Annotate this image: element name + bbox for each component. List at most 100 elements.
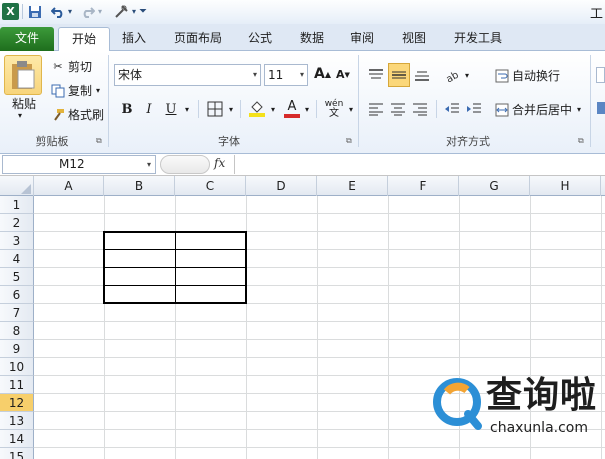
row-header-12[interactable]: 12	[0, 394, 34, 412]
paste-label[interactable]: 粘贴	[8, 95, 40, 112]
tab-review[interactable]: 审阅	[340, 27, 384, 51]
paste-button[interactable]	[4, 55, 42, 95]
font-size-dropdown-icon[interactable]: ▾	[300, 65, 304, 85]
font-name-select[interactable]: 宋体 ▾	[114, 64, 261, 86]
align-left-button[interactable]	[366, 99, 386, 119]
undo-icon[interactable]	[50, 3, 66, 20]
merge-center-dropdown-icon[interactable]: ▾	[577, 105, 581, 114]
fill-color-dropdown-icon[interactable]: ▾	[268, 99, 278, 119]
column-header-c[interactable]: C	[175, 176, 246, 196]
row-header-7[interactable]: 7	[0, 304, 34, 322]
phonetic-button[interactable]: wén 文	[322, 99, 346, 119]
merge-center-button[interactable]: 合并后居中 ▾	[494, 101, 581, 118]
tab-page-layout[interactable]: 页面布局	[164, 27, 232, 51]
phonetic-dropdown-icon[interactable]: ▾	[346, 99, 356, 119]
row-header-1[interactable]: 1	[0, 196, 34, 214]
font-name-dropdown-icon[interactable]: ▾	[253, 65, 257, 85]
increase-indent-button[interactable]	[464, 99, 484, 119]
excel-logo-icon[interactable]: X	[2, 3, 19, 20]
paste-dropdown-icon[interactable]: ▾	[18, 111, 22, 120]
orientation-dropdown-icon[interactable]: ▾	[462, 65, 472, 85]
font-color-swatch	[284, 114, 300, 118]
select-all-corner[interactable]	[0, 176, 34, 196]
number-format-select[interactable]	[596, 67, 605, 83]
insert-function-icon[interactable]: fx	[214, 156, 225, 170]
font-launcher-icon[interactable]: ⧉	[346, 136, 352, 146]
row-header-10[interactable]: 10	[0, 358, 34, 376]
shrink-font-button[interactable]: A ▼	[336, 68, 350, 81]
name-box-value: M12	[59, 157, 85, 171]
row-header-6[interactable]: 6	[0, 286, 34, 304]
column-header-b[interactable]: B	[104, 176, 175, 196]
align-center-button[interactable]	[388, 99, 408, 119]
fill-color-button[interactable]	[246, 99, 268, 119]
tab-home[interactable]: 开始	[58, 27, 110, 52]
row-header-11[interactable]: 11	[0, 376, 34, 394]
undo-dropdown-icon[interactable]: ▾	[66, 3, 74, 20]
name-box[interactable]: M12 ▾	[2, 155, 156, 174]
align-top-button[interactable]	[366, 65, 386, 85]
grow-font-button[interactable]: A ▲	[314, 66, 331, 82]
tab-data[interactable]: 数据	[290, 27, 334, 51]
tab-insert[interactable]: 插入	[112, 27, 156, 51]
wrap-text-button[interactable]: 自动换行	[494, 67, 560, 84]
align-bottom-button[interactable]	[412, 65, 432, 85]
clipboard-launcher-icon[interactable]: ⧉	[96, 136, 102, 146]
copy-label: 复制	[68, 84, 93, 98]
watermark-domain: chaxunla.com	[490, 420, 588, 436]
column-header-f[interactable]: F	[388, 176, 459, 196]
formula-bar-splitter[interactable]	[160, 155, 210, 174]
scissors-icon: ✂	[53, 60, 63, 73]
font-color-dropdown-icon[interactable]: ▾	[302, 99, 312, 119]
row-header-9[interactable]: 9	[0, 340, 34, 358]
row-header-8[interactable]: 8	[0, 322, 34, 340]
tools-dropdown-icon[interactable]: ▾	[130, 3, 138, 20]
percent-style-button[interactable]	[596, 99, 605, 117]
cut-button[interactable]: ✂ 剪切	[50, 58, 92, 75]
format-painter-button[interactable]: 格式刷	[50, 106, 104, 123]
column-header-h[interactable]: H	[530, 176, 601, 196]
orientation-button[interactable]: ab	[442, 65, 462, 85]
row-header-15[interactable]: 15	[0, 448, 34, 459]
save-icon[interactable]	[27, 3, 42, 20]
italic-button[interactable]: I	[140, 99, 158, 119]
alignment-launcher-icon[interactable]: ⧉	[578, 136, 584, 146]
underline-button[interactable]: U	[162, 99, 180, 119]
column-header-e[interactable]: E	[317, 176, 388, 196]
quick-access-toolbar: X ▾ ▾ ▾ ⏷ 工	[0, 0, 605, 24]
row-header-13[interactable]: 13	[0, 412, 34, 430]
copy-dropdown-icon[interactable]: ▾	[96, 86, 100, 95]
decrease-indent-button[interactable]	[442, 99, 462, 119]
row-header-14[interactable]: 14	[0, 430, 34, 448]
row-header-2[interactable]: 2	[0, 214, 34, 232]
borders-icon	[207, 101, 223, 117]
tab-file[interactable]: 文件	[0, 27, 54, 51]
customize-toolbar-icon[interactable]: ⏷	[138, 3, 148, 20]
underline-dropdown-icon[interactable]: ▾	[182, 99, 192, 119]
font-color-button[interactable]: A	[282, 99, 302, 119]
borders-dropdown-icon[interactable]: ▾	[226, 99, 236, 119]
redo-dropdown-icon[interactable]: ▾	[96, 3, 104, 20]
column-header-g[interactable]: G	[459, 176, 530, 196]
align-right-button[interactable]	[410, 99, 430, 119]
align-middle-button[interactable]	[388, 63, 410, 87]
row-header-5[interactable]: 5	[0, 268, 34, 286]
column-header-d[interactable]: D	[246, 176, 317, 196]
bold-button[interactable]: B	[118, 99, 136, 119]
column-header-a[interactable]: A	[34, 176, 104, 196]
watermark: 查询啦 chaxunla.com	[430, 374, 605, 440]
name-box-dropdown-icon[interactable]: ▾	[147, 156, 151, 173]
borders-button[interactable]	[204, 99, 226, 119]
tab-formulas[interactable]: 公式	[240, 27, 280, 51]
tools-icon[interactable]	[112, 3, 130, 20]
redo-icon[interactable]	[80, 3, 96, 20]
clipboard-group-label: 剪贴板	[35, 135, 69, 148]
tab-view[interactable]: 视图	[392, 27, 436, 51]
format-painter-label: 格式刷	[68, 108, 105, 122]
font-size-select[interactable]: 11 ▾	[264, 64, 308, 86]
row-header-4[interactable]: 4	[0, 250, 34, 268]
copy-button[interactable]: 复制 ▾	[50, 82, 100, 99]
row-header-3[interactable]: 3	[0, 232, 34, 250]
formula-input[interactable]	[234, 155, 605, 174]
tab-developer[interactable]: 开发工具	[444, 27, 512, 51]
